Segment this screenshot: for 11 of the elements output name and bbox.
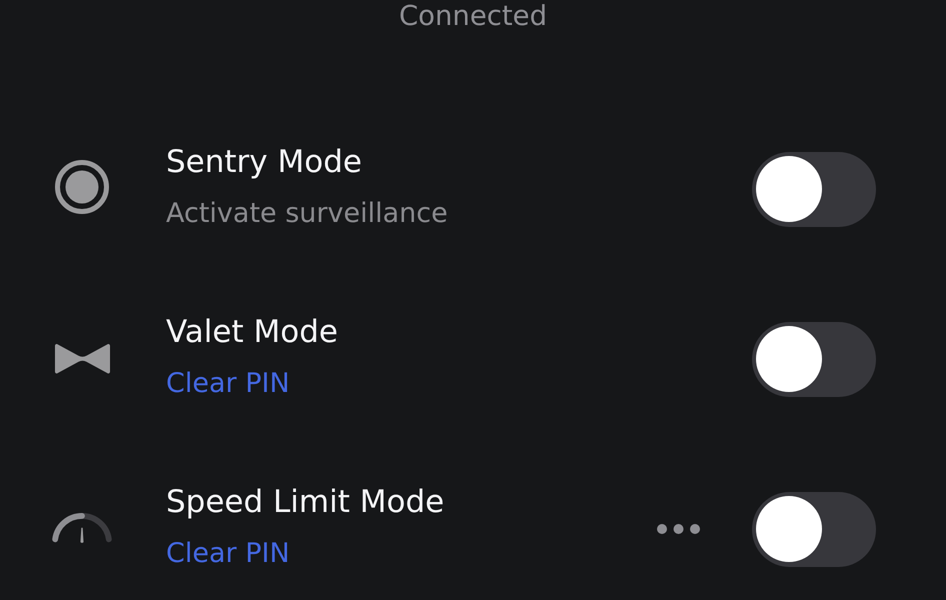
speedometer-icon (51, 512, 113, 546)
setting-title: Speed Limit Mode (166, 483, 444, 521)
setting-title: Valet Mode (166, 313, 338, 351)
action-link[interactable]: Clear PIN (166, 537, 290, 571)
setting-description: Activate surveillance (166, 197, 448, 231)
setting-title: Sentry Mode (166, 143, 362, 181)
more-icon[interactable] (657, 524, 700, 534)
ring-dot-icon (55, 160, 109, 214)
action-link[interactable]: Clear PIN (166, 367, 290, 401)
bowtie-icon (54, 343, 110, 375)
connection-status: Connected (398, 0, 548, 32)
